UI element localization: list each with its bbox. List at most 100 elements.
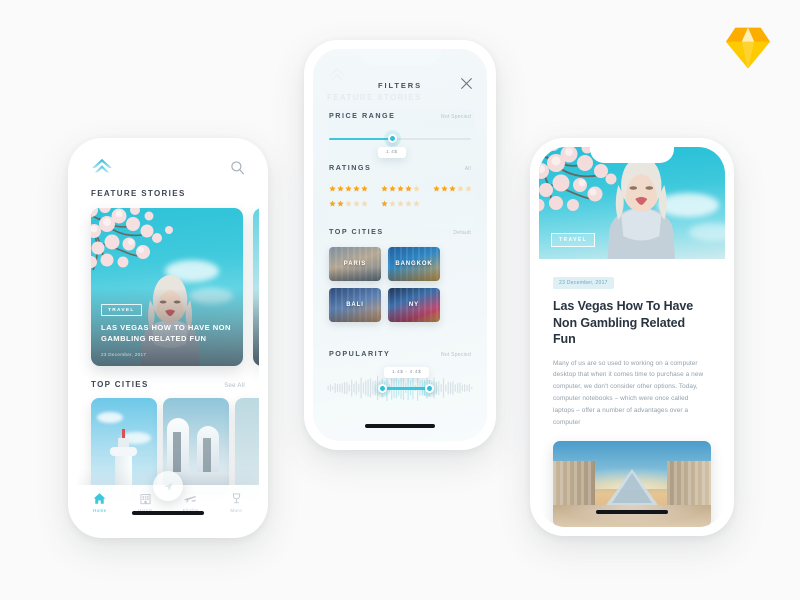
tab-label-more: More	[230, 508, 243, 513]
rating-option-1-stars[interactable]	[381, 200, 420, 207]
paper-plane-icon	[163, 482, 173, 491]
top-cities-label: TOP CITIES	[329, 227, 384, 236]
slider-fill	[329, 137, 393, 140]
filter-ratings: RATINGS All	[313, 163, 487, 215]
filter-price-range: PRICE RANGE Not Specied 1.4$	[313, 111, 487, 158]
feature-card-title: LAS VEGAS HOW TO HAVE NON GAMBLING RELAT…	[101, 323, 231, 343]
star-icon	[389, 200, 396, 207]
top-cities-header: TOP CITIES See All	[77, 380, 259, 389]
rating-option-2-stars[interactable]	[329, 200, 368, 207]
star-icon	[413, 185, 420, 192]
city-tile-bali[interactable]: BALI	[329, 288, 381, 322]
star-icon	[405, 185, 412, 192]
article-hero-image: TRAVEL	[539, 147, 725, 259]
star-icon	[353, 185, 360, 192]
popularity-range-slider[interactable]: 1.4$ - 4.4$	[327, 367, 473, 403]
price-range-header: PRICE RANGE Not Specied	[313, 111, 487, 120]
badge-travel: TRAVEL	[101, 304, 142, 316]
star-icon	[405, 200, 412, 207]
ratings-options[interactable]	[313, 185, 487, 207]
floating-action-button[interactable]	[153, 471, 183, 501]
home-icon	[93, 493, 106, 504]
range-handle-low[interactable]	[377, 384, 387, 393]
phone-notch	[359, 49, 441, 65]
plane-icon	[184, 495, 196, 503]
filter-popularity: POPULARITY Not Specied 1.4$ - 4.4$	[313, 349, 487, 403]
home-indicator	[132, 511, 204, 515]
filter-top-cities: TOP CITIES Default PARIS BANGKOK BALI NY	[313, 227, 487, 322]
city-tile-ny[interactable]: NY	[388, 288, 440, 322]
rating-option-4-stars[interactable]	[381, 185, 420, 192]
article-paragraph: Many of us are so used to working on a c…	[553, 359, 704, 426]
popularity-meta: Not Specied	[441, 352, 471, 358]
top-cities-header: TOP CITIES Default	[313, 227, 487, 236]
city-tiles-grid[interactable]: PARIS BANGKOK BALI NY	[313, 247, 487, 322]
star-icon	[413, 200, 420, 207]
popularity-tooltip: 1.4$ - 4.4$	[383, 367, 430, 378]
range-handle-high[interactable]	[424, 384, 434, 393]
feature-stories-header: FEATURE STORIES	[77, 189, 259, 198]
feature-stories-carousel[interactable]: TRAVEL LAS VEGAS HOW TO HAVE NON GAMBLIN…	[77, 208, 259, 368]
chevron-up-logo	[91, 158, 113, 176]
star-icon	[329, 200, 336, 207]
ratings-label: RATINGS	[329, 163, 372, 172]
star-icon	[361, 185, 368, 192]
city-card-3[interactable]	[235, 398, 259, 494]
hotel-icon	[140, 494, 151, 505]
rating-option-3-stars[interactable]	[433, 185, 472, 192]
badge-travel: TRAVEL	[551, 233, 596, 247]
star-icon	[337, 185, 344, 192]
star-icon	[337, 200, 344, 207]
filters-screen-content: FEATURE STORIES FILTERS PRICE RANGE Not …	[313, 49, 487, 441]
section-title-top-cities: TOP CITIES	[91, 380, 149, 389]
home-indicator	[365, 424, 435, 428]
star-icon	[345, 200, 352, 207]
close-icon[interactable]	[460, 77, 473, 90]
star-icon	[389, 185, 396, 192]
price-range-tooltip: 1.4$	[377, 147, 406, 158]
city-tile-label: NY	[408, 302, 420, 308]
star-icon	[397, 200, 404, 207]
feature-card-date: 23 December, 2017	[101, 352, 147, 357]
search-icon[interactable]	[230, 160, 245, 175]
phone-notch	[125, 147, 211, 164]
ratings-row	[329, 185, 472, 192]
home-screen-content: FEATURE STORIES TRAVEL LAS VEGAS HOW TO …	[77, 147, 259, 529]
price-range-label: PRICE RANGE	[329, 111, 396, 120]
section-title-feature-stories: FEATURE STORIES	[91, 189, 186, 198]
city-card-1[interactable]	[91, 398, 157, 494]
feature-story-card-next[interactable]	[253, 208, 259, 366]
tab-home[interactable]: Home	[82, 492, 118, 513]
section-link-see-all[interactable]: See All	[224, 383, 245, 389]
city-tile-label: BALI	[346, 302, 364, 308]
range-fill	[382, 386, 430, 390]
phone-home-screen: FEATURE STORIES TRAVEL LAS VEGAS HOW TO …	[68, 138, 268, 538]
article-title: Las Vegas How To Have Non Gambling Relat…	[553, 299, 694, 346]
tab-label-home: Home	[92, 508, 107, 513]
star-icon	[457, 185, 464, 192]
slider-handle[interactable]	[388, 133, 398, 143]
price-range-meta: Not Specied	[441, 114, 471, 120]
tab-more[interactable]: More	[218, 492, 254, 513]
phone-filters-screen: FEATURE STORIES FILTERS PRICE RANGE Not …	[304, 40, 496, 450]
star-icon	[433, 185, 440, 192]
star-icon	[441, 185, 448, 192]
city-tile-paris[interactable]: PARIS	[329, 247, 381, 281]
star-icon	[329, 185, 336, 192]
phone-notch	[590, 147, 674, 163]
star-icon	[397, 185, 404, 192]
article-body: 23 December, 2017 Las Vegas How To Have …	[539, 259, 725, 429]
article-screen-content: TRAVEL 23 December, 2017 Las Vegas How T…	[539, 147, 725, 527]
article-date: 23 December, 2017	[553, 277, 614, 289]
price-range-slider[interactable]: 1.4$	[329, 133, 471, 158]
city-tile-bangkok[interactable]: BANGKOK	[388, 247, 440, 281]
sketch-logo	[724, 26, 772, 70]
home-indicator	[596, 510, 668, 514]
feature-story-card[interactable]: TRAVEL LAS VEGAS HOW TO HAVE NON GAMBLIN…	[91, 208, 243, 366]
rating-option-5-stars[interactable]	[329, 185, 368, 192]
popularity-header: POPULARITY Not Specied	[313, 349, 487, 358]
phone-article-screen: TRAVEL 23 December, 2017 Las Vegas How T…	[530, 138, 734, 536]
city-tile-label: BANGKOK	[395, 261, 433, 267]
ratings-meta: All	[464, 166, 471, 172]
more-icon	[232, 493, 241, 504]
